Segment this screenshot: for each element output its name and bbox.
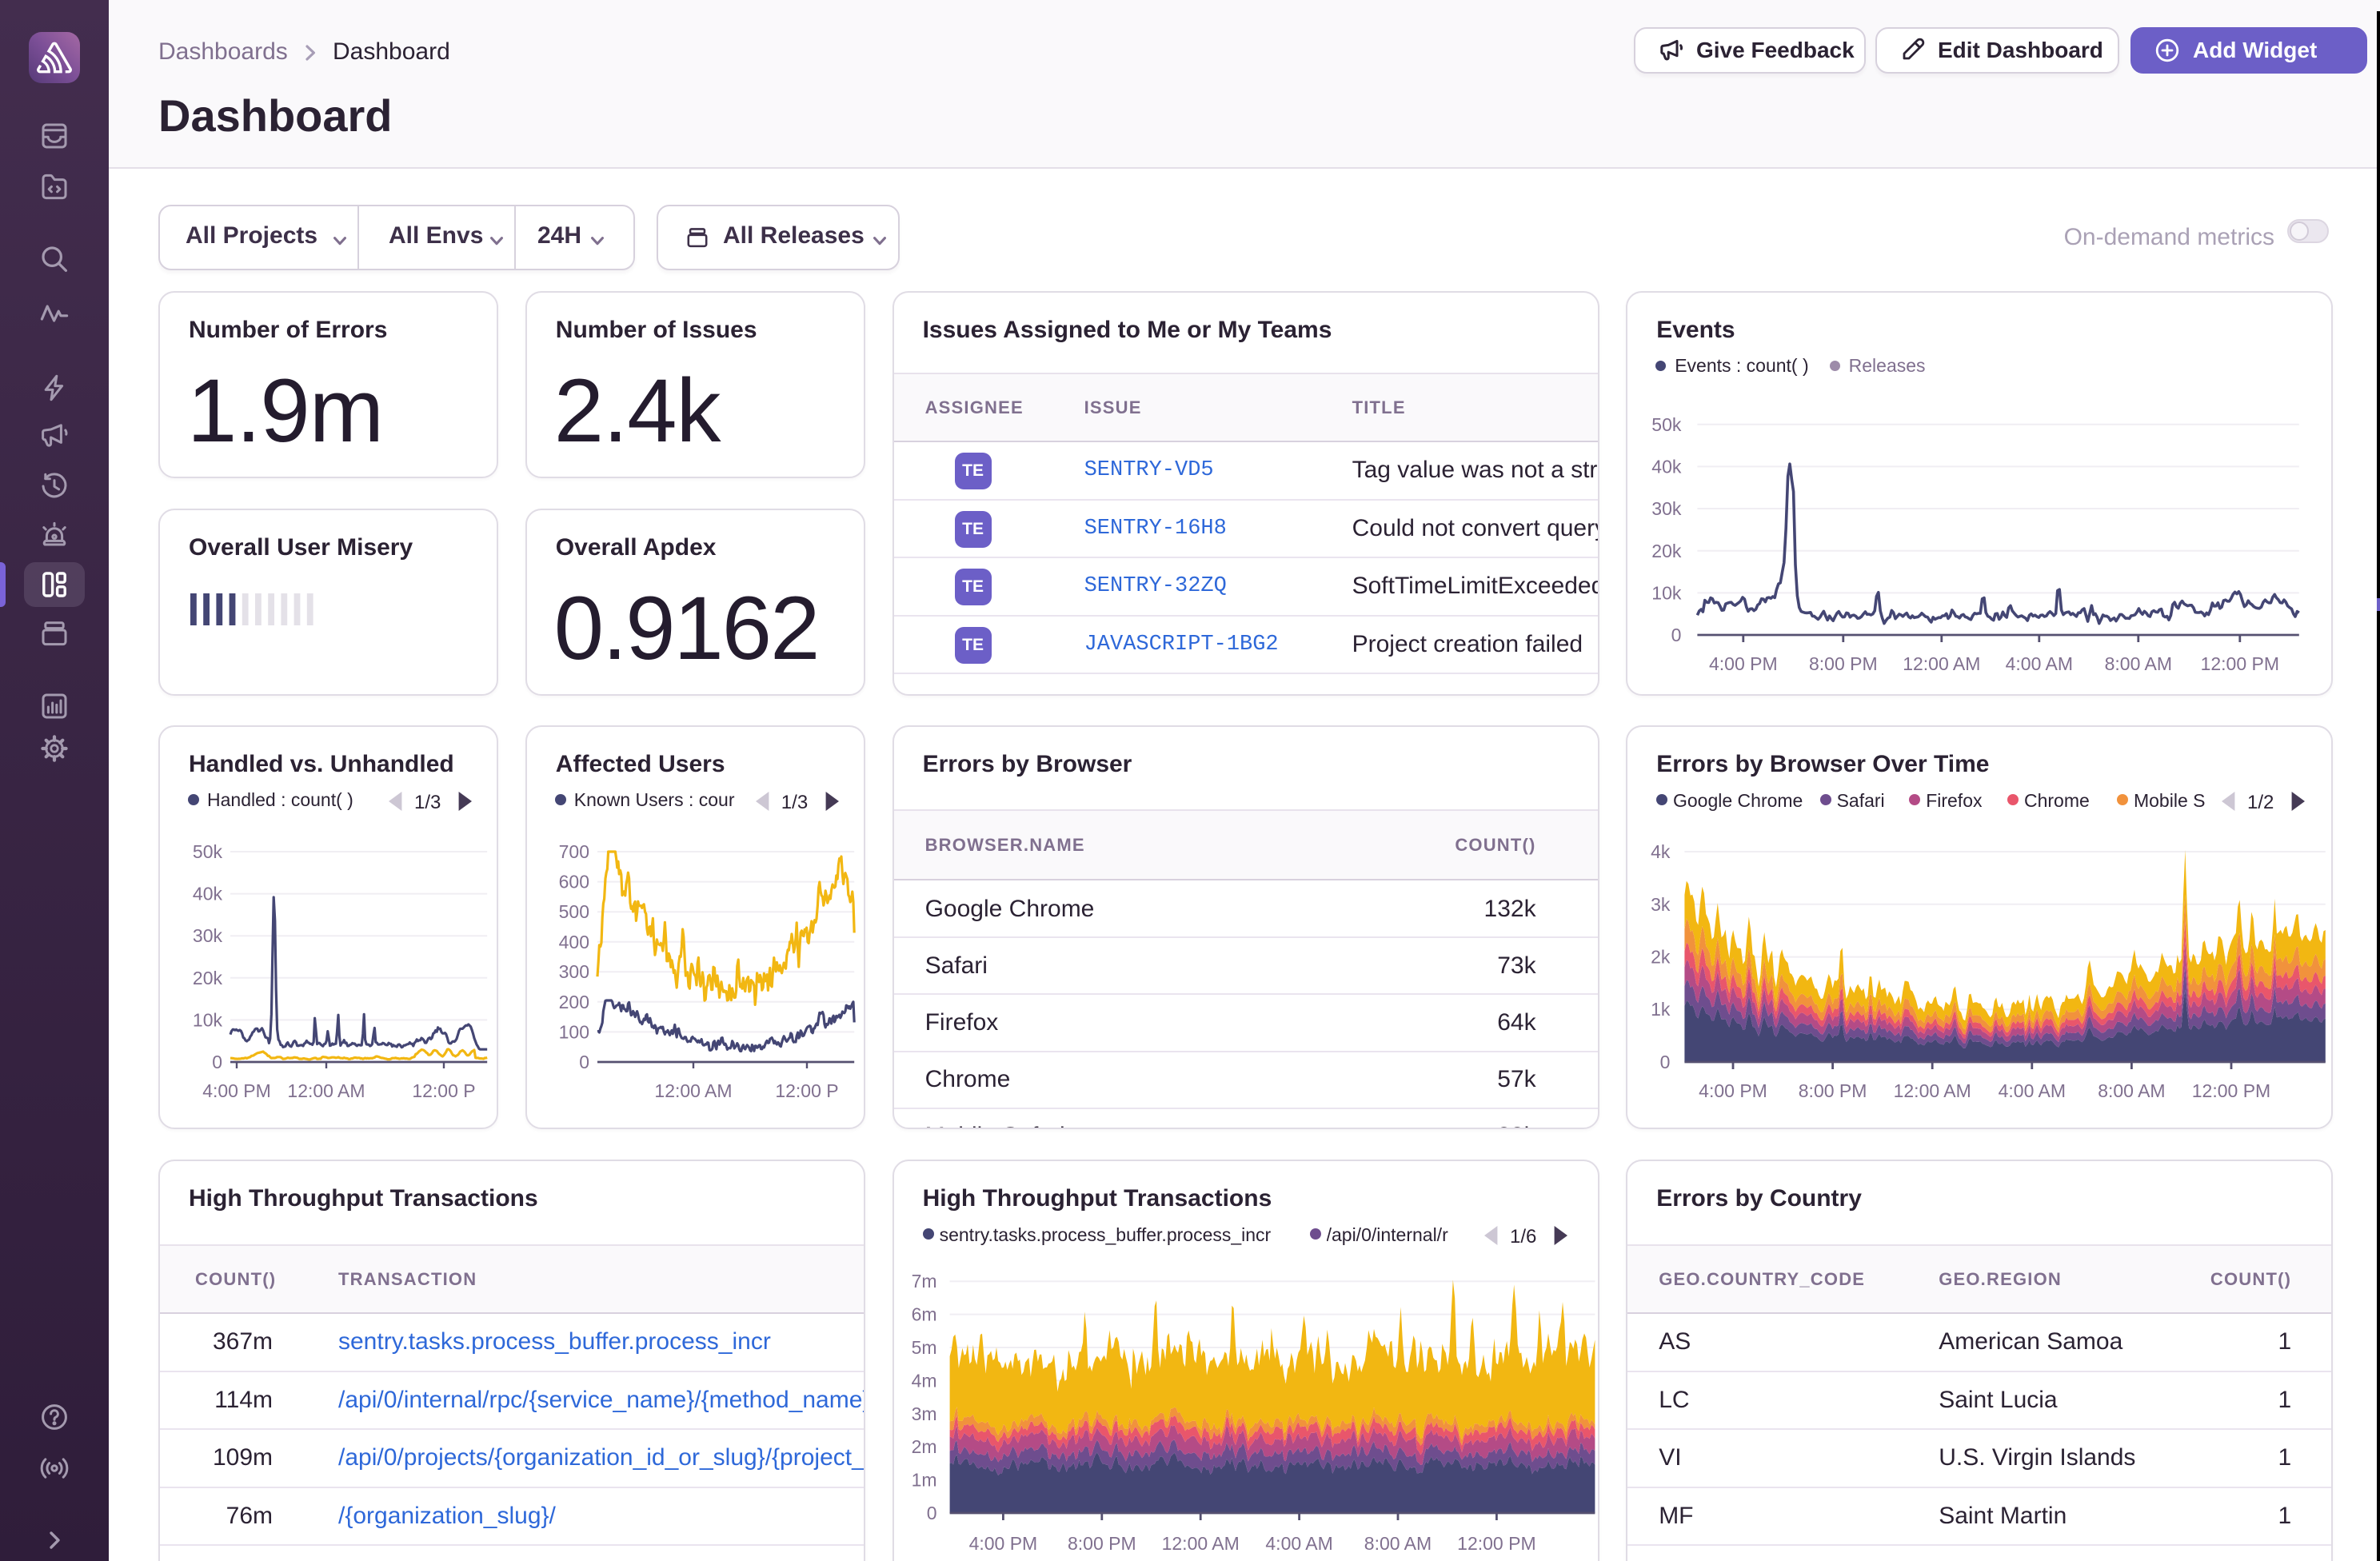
svg-text:600: 600 [558, 872, 589, 892]
svg-text:20k: 20k [193, 968, 223, 988]
svg-text:300: 300 [558, 961, 589, 982]
svg-text:4:00 PM: 4:00 PM [1709, 653, 1778, 674]
svg-text:8:00 PM: 8:00 PM [1809, 653, 1878, 674]
svg-text:3k: 3k [1651, 894, 1671, 915]
svg-text:12:00 AM: 12:00 AM [287, 1080, 365, 1101]
svg-text:8:00 PM: 8:00 PM [1799, 1080, 1867, 1101]
svg-text:12:00 P: 12:00 P [412, 1080, 475, 1101]
svg-text:1m: 1m [911, 1470, 936, 1491]
svg-text:100: 100 [558, 1021, 589, 1042]
svg-text:40k: 40k [1651, 456, 1682, 477]
svg-text:40k: 40k [193, 884, 223, 904]
svg-text:3m: 3m [911, 1403, 936, 1424]
svg-text:10k: 10k [1651, 582, 1682, 603]
svg-text:0: 0 [926, 1503, 936, 1523]
svg-text:30k: 30k [193, 925, 223, 946]
svg-text:12:00 AM: 12:00 AM [1903, 653, 1980, 674]
svg-text:4:00 PM: 4:00 PM [202, 1080, 271, 1101]
svg-text:8:00 PM: 8:00 PM [1068, 1533, 1136, 1554]
svg-text:6m: 6m [911, 1304, 936, 1325]
svg-text:2k: 2k [1651, 947, 1671, 968]
svg-text:700: 700 [558, 841, 589, 862]
svg-text:0: 0 [1660, 1052, 1671, 1072]
svg-text:12:00 PM: 12:00 PM [2192, 1080, 2270, 1101]
svg-text:12:00 AM: 12:00 AM [1161, 1533, 1239, 1554]
svg-text:8:00 AM: 8:00 AM [1364, 1533, 1431, 1554]
svg-text:12:00 AM: 12:00 AM [1894, 1080, 1971, 1101]
svg-text:12:00 PM: 12:00 PM [1457, 1533, 1535, 1554]
svg-text:4:00 AM: 4:00 AM [1265, 1533, 1332, 1554]
svg-text:4:00 PM: 4:00 PM [1699, 1080, 1767, 1101]
svg-text:12:00 PM: 12:00 PM [2201, 653, 2279, 674]
svg-text:20k: 20k [1651, 541, 1682, 561]
svg-text:2m: 2m [911, 1436, 936, 1457]
svg-text:5m: 5m [911, 1337, 936, 1358]
svg-text:4:00 AM: 4:00 AM [2006, 653, 2073, 674]
svg-text:12:00 AM: 12:00 AM [654, 1080, 732, 1101]
svg-text:50k: 50k [193, 841, 223, 862]
svg-text:200: 200 [558, 992, 589, 1012]
svg-text:0: 0 [1671, 625, 1682, 645]
svg-text:4:00 PM: 4:00 PM [968, 1533, 1037, 1554]
svg-text:4:00 AM: 4:00 AM [1999, 1080, 2066, 1101]
svg-text:30k: 30k [1651, 498, 1682, 519]
svg-text:0: 0 [212, 1052, 222, 1072]
svg-text:500: 500 [558, 901, 589, 922]
svg-text:0: 0 [579, 1052, 589, 1072]
svg-text:400: 400 [558, 932, 589, 952]
svg-text:1k: 1k [1651, 999, 1671, 1020]
svg-text:4k: 4k [1651, 841, 1671, 862]
svg-text:50k: 50k [1651, 414, 1682, 435]
svg-text:12:00 P: 12:00 P [775, 1080, 838, 1101]
svg-text:8:00 AM: 8:00 AM [2098, 1080, 2165, 1101]
svg-text:8:00 AM: 8:00 AM [2105, 653, 2172, 674]
svg-text:10k: 10k [193, 1009, 223, 1030]
svg-text:4m: 4m [911, 1370, 936, 1391]
svg-text:7m: 7m [911, 1271, 936, 1292]
